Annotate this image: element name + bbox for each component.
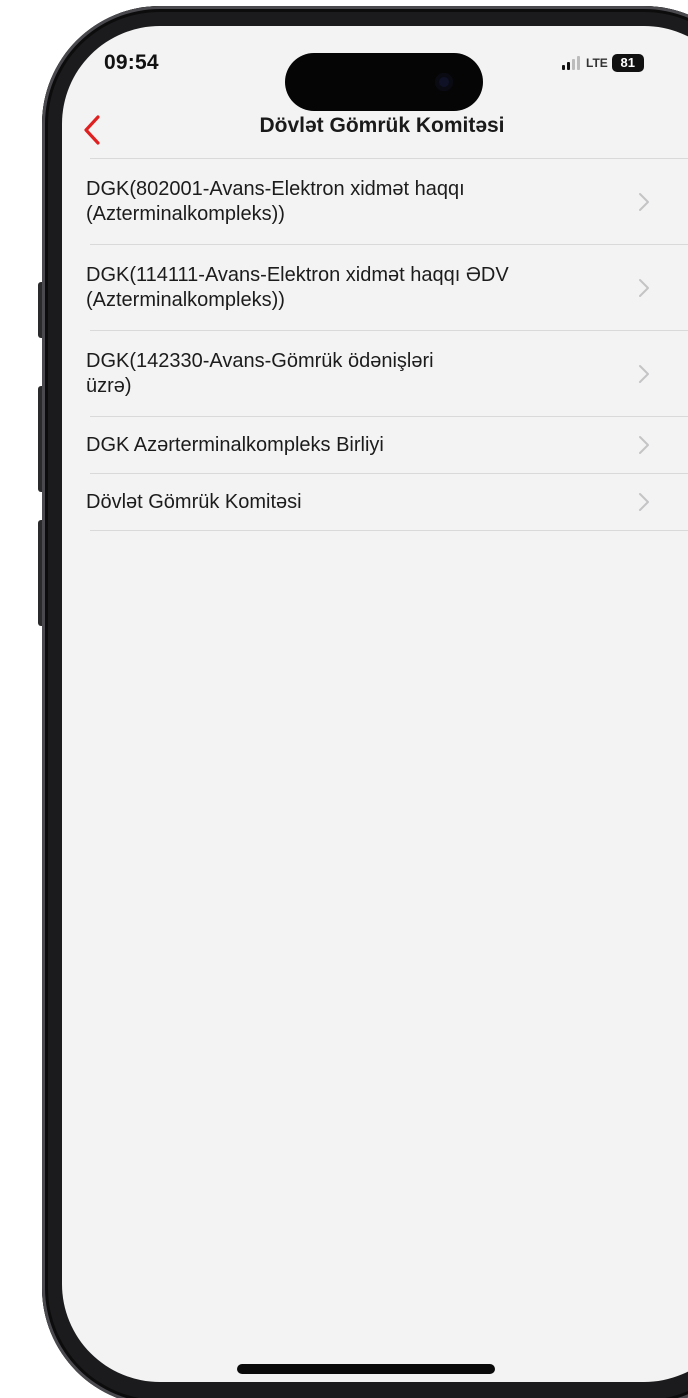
- phone-mockup: 09:54 LTE 81 Dövlət Gömrük Komitəsi DGK(…: [0, 0, 688, 1398]
- network-type: LTE: [586, 56, 608, 70]
- chevron-left-icon: [84, 115, 100, 145]
- list-item-label: DGK(114111-Avans-Elektron xidmət haqqı Ə…: [86, 263, 509, 311]
- list-item-label: DGK(142330-Avans-Gömrük ödənişləri üzrə): [86, 349, 434, 397]
- chevron-right-icon: [639, 436, 649, 454]
- list-item[interactable]: Dövlət Gömrük Komitəsi: [62, 474, 688, 530]
- divider: [90, 530, 688, 531]
- list-item[interactable]: DGK(142330-Avans-Gömrük ödənişləri üzrə): [62, 331, 688, 416]
- battery-icon: 81: [611, 54, 644, 72]
- signal-icon: [562, 56, 580, 70]
- back-button[interactable]: [78, 112, 108, 148]
- list-item[interactable]: DGK Azərterminalkompleks Birliyi: [62, 417, 688, 473]
- status-time: 09:54: [104, 51, 159, 74]
- chevron-right-icon: [639, 493, 649, 511]
- list-item-label: Dövlət Gömrük Komitəsi: [86, 490, 302, 513]
- chevron-right-icon: [639, 192, 649, 211]
- page-title: Dövlət Gömrük Komitəsi: [259, 114, 505, 137]
- payee-list: DGK(802001-Avans-Elektron xidmət haqqı (…: [62, 158, 688, 531]
- chevron-right-icon: [639, 278, 649, 297]
- app-screen: 09:54 LTE 81 Dövlət Gömrük Komitəsi DGK(…: [62, 26, 688, 1382]
- list-item-label: DGK Azərterminalkompleks Birliyi: [86, 433, 384, 456]
- list-item[interactable]: DGK(114111-Avans-Elektron xidmət haqqı Ə…: [62, 245, 688, 330]
- status-indicators: LTE 81: [562, 53, 644, 73]
- chevron-right-icon: [639, 364, 649, 383]
- dynamic-island: [285, 53, 483, 111]
- list-item[interactable]: DGK(802001-Avans-Elektron xidmət haqqı (…: [62, 159, 688, 244]
- camera-icon: [435, 73, 453, 91]
- home-indicator[interactable]: [237, 1364, 495, 1374]
- list-item-label: DGK(802001-Avans-Elektron xidmət haqqı (…: [86, 177, 465, 225]
